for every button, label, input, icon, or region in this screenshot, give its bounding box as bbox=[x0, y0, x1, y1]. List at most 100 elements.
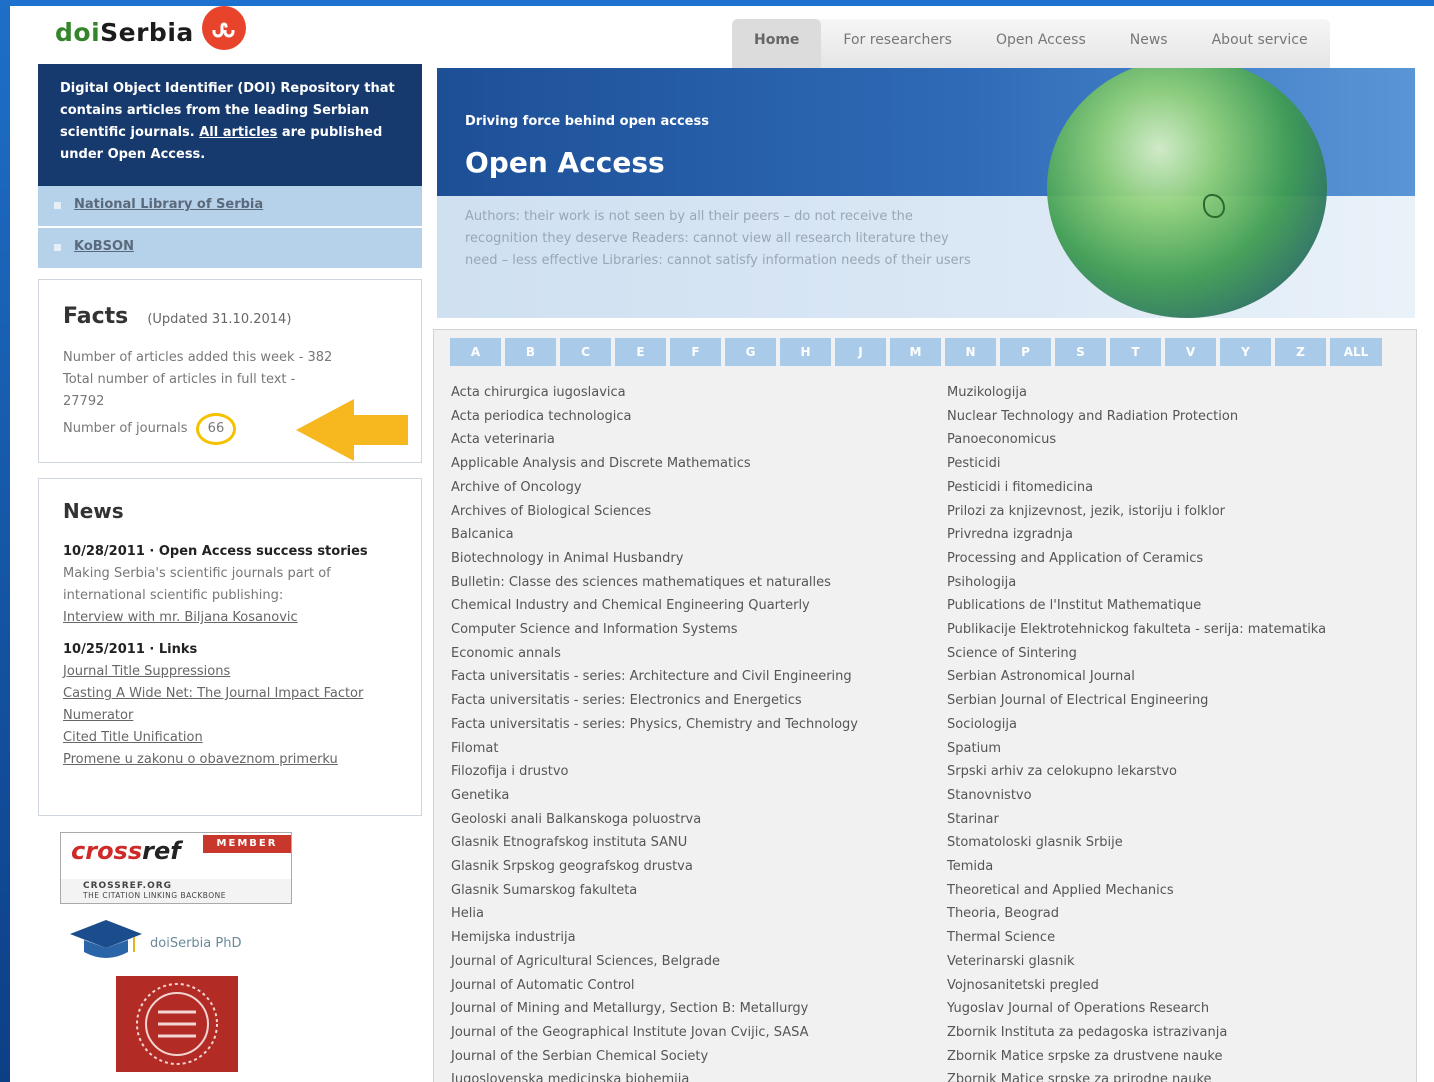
journal-link[interactable]: Hemijska industrija bbox=[451, 926, 858, 950]
letter-filter-all[interactable]: ALL bbox=[1330, 338, 1382, 366]
journal-link[interactable]: Jugoslovenska medicinska biohemija bbox=[451, 1068, 858, 1082]
journal-link[interactable]: Chemical Industry and Chemical Engineeri… bbox=[451, 594, 858, 618]
journal-link[interactable]: Theoria, Beograd bbox=[947, 902, 1326, 926]
all-articles-link[interactable]: All articles bbox=[199, 125, 277, 140]
journal-link[interactable]: Publications de l'Institut Mathematique bbox=[947, 594, 1326, 618]
news-link-title-unification[interactable]: Cited Title Unification bbox=[63, 727, 397, 749]
journal-link[interactable]: Vojnosanitetski pregled bbox=[947, 974, 1326, 998]
journal-link[interactable]: Archive of Oncology bbox=[451, 476, 858, 500]
letter-filter-b[interactable]: B bbox=[505, 338, 556, 366]
journal-link[interactable]: Journal of the Serbian Chemical Society bbox=[451, 1045, 858, 1069]
journal-link[interactable]: Glasnik Sumarskog fakulteta bbox=[451, 879, 858, 903]
news-link-promene[interactable]: Promene u zakonu o obaveznom primerku bbox=[63, 749, 397, 771]
nav-news[interactable]: News bbox=[1108, 19, 1190, 74]
letter-filter-f[interactable]: F bbox=[670, 338, 721, 366]
journal-link[interactable]: Zbornik Instituta za pedagoska istraziva… bbox=[947, 1021, 1326, 1045]
journal-link[interactable]: Facta universitatis - series: Electronic… bbox=[451, 689, 858, 713]
journal-link[interactable]: Glasnik Etnografskog instituta SANU bbox=[451, 831, 858, 855]
journal-link[interactable]: Journal of Mining and Metallurgy, Sectio… bbox=[451, 997, 858, 1021]
journal-link[interactable]: Prilozi za knjizevnost, jezik, istoriju … bbox=[947, 500, 1326, 524]
journal-link[interactable]: Applicable Analysis and Discrete Mathema… bbox=[451, 452, 858, 476]
journal-link[interactable]: Publikacije Elektrotehnickog fakulteta -… bbox=[947, 618, 1326, 642]
letter-filter-h[interactable]: H bbox=[780, 338, 831, 366]
journal-link[interactable]: Helia bbox=[451, 902, 858, 926]
journal-link[interactable]: Zbornik Matice srpske za drustvene nauke bbox=[947, 1045, 1326, 1069]
journal-link[interactable]: Bulletin: Classe des sciences mathematiq… bbox=[451, 571, 858, 595]
letter-filter-g[interactable]: G bbox=[725, 338, 776, 366]
journal-link[interactable]: Temida bbox=[947, 855, 1326, 879]
facts-title: Facts bbox=[63, 304, 129, 329]
journal-link[interactable]: Serbian Journal of Electrical Engineerin… bbox=[947, 689, 1326, 713]
journals-panel: A B C E F G H J M N P S T V Y Z ALL Acta chirurgica iugo… bbox=[433, 329, 1417, 1082]
journal-link[interactable]: Genetika bbox=[451, 784, 858, 808]
nav-about-service[interactable]: About service bbox=[1190, 19, 1330, 74]
journal-link[interactable]: Psihologija bbox=[947, 571, 1326, 595]
journal-link[interactable]: Archives of Biological Sciences bbox=[451, 500, 858, 524]
news-link-impact-factor[interactable]: Casting A Wide Net: The Journal Impact F… bbox=[63, 683, 397, 727]
letter-filter-n[interactable]: N bbox=[945, 338, 996, 366]
sidebar-link-national-library[interactable]: National Library of Serbia bbox=[38, 186, 422, 226]
journal-link[interactable]: Zbornik Matice srpske za prirodne nauke bbox=[947, 1068, 1326, 1082]
journal-link[interactable]: Spatium bbox=[947, 737, 1326, 761]
graduation-cap-icon[interactable] bbox=[68, 918, 144, 962]
journal-link[interactable]: Srpski arhiv za celokupno lekarstvo bbox=[947, 760, 1326, 784]
journal-link[interactable]: Journal of Automatic Control bbox=[451, 974, 858, 998]
journal-link[interactable]: Acta periodica technologica bbox=[451, 405, 858, 429]
nav-for-researchers[interactable]: For researchers bbox=[821, 19, 974, 74]
letter-filter-j[interactable]: J bbox=[835, 338, 886, 366]
letter-filter-y[interactable]: Y bbox=[1220, 338, 1271, 366]
letter-filter-p[interactable]: P bbox=[1000, 338, 1051, 366]
journal-link[interactable]: Stomatoloski glasnik Srbije bbox=[947, 831, 1326, 855]
letter-filter-v[interactable]: V bbox=[1165, 338, 1216, 366]
national-library-seal-logo[interactable] bbox=[116, 976, 238, 1072]
journal-link[interactable]: Serbian Astronomical Journal bbox=[947, 665, 1326, 689]
stumbleupon-icon[interactable] bbox=[202, 6, 246, 50]
journal-link[interactable]: Geoloski anali Balkanskoga poluostrva bbox=[451, 808, 858, 832]
phd-link[interactable]: doiSerbia PhD bbox=[150, 936, 241, 951]
journal-link[interactable]: Muzikologija bbox=[947, 381, 1326, 405]
journal-link[interactable]: Nuclear Technology and Radiation Protect… bbox=[947, 405, 1326, 429]
journal-link[interactable]: Privredna izgradnja bbox=[947, 523, 1326, 547]
journal-link[interactable]: Journal of Agricultural Sciences, Belgra… bbox=[451, 950, 858, 974]
journal-link[interactable]: Balcanica bbox=[451, 523, 858, 547]
journal-link[interactable]: Glasnik Srpskog geografskog drustva bbox=[451, 855, 858, 879]
site-logo[interactable]: doiSerbia bbox=[55, 18, 194, 47]
journal-link[interactable]: Yugoslav Journal of Operations Research bbox=[947, 997, 1326, 1021]
news-link-interview[interactable]: Interview with mr. Biljana Kosanovic bbox=[63, 607, 397, 629]
letter-filter-t[interactable]: T bbox=[1110, 338, 1161, 366]
letter-filter-e[interactable]: E bbox=[615, 338, 666, 366]
banner-text: Authors: their work is not seen by all t… bbox=[465, 209, 971, 268]
journal-link[interactable]: Stanovnistvo bbox=[947, 784, 1326, 808]
journal-link[interactable]: Journal of the Geographical Institute Jo… bbox=[451, 1021, 858, 1045]
journal-link[interactable]: Veterinarski glasnik bbox=[947, 950, 1326, 974]
nav-open-access[interactable]: Open Access bbox=[974, 19, 1108, 74]
nav-home[interactable]: Home bbox=[732, 19, 822, 74]
sidebar-link-kobson[interactable]: KoBSON bbox=[38, 228, 422, 268]
letter-filter-c[interactable]: C bbox=[560, 338, 611, 366]
journal-link[interactable]: Biotechnology in Animal Husbandry bbox=[451, 547, 858, 571]
journal-link[interactable]: Starinar bbox=[947, 808, 1326, 832]
journal-link[interactable]: Pesticidi i fitomedicina bbox=[947, 476, 1326, 500]
journal-link[interactable]: Filomat bbox=[451, 737, 858, 761]
letter-filter-s[interactable]: S bbox=[1055, 338, 1106, 366]
letter-filter-m[interactable]: M bbox=[890, 338, 941, 366]
news-link-suppressions[interactable]: Journal Title Suppressions bbox=[63, 661, 397, 683]
journal-link[interactable]: Facta universitatis - series: Physics, C… bbox=[451, 713, 858, 737]
journal-link[interactable]: Sociologija bbox=[947, 713, 1326, 737]
crossref-member-badge[interactable]: crossref MEMBER CROSSREF.ORG THE CITATIO… bbox=[60, 832, 292, 904]
journal-link[interactable]: Thermal Science bbox=[947, 926, 1326, 950]
journal-link[interactable]: Pesticidi bbox=[947, 452, 1326, 476]
journal-link[interactable]: Processing and Application of Ceramics bbox=[947, 547, 1326, 571]
journal-link[interactable]: Science of Sintering bbox=[947, 642, 1326, 666]
letter-filter-a[interactable]: A bbox=[450, 338, 501, 366]
journal-link[interactable]: Acta chirurgica iugoslavica bbox=[451, 381, 858, 405]
journal-link[interactable]: Computer Science and Information Systems bbox=[451, 618, 858, 642]
letter-filter-z[interactable]: Z bbox=[1275, 338, 1326, 366]
journal-link[interactable]: Filozofija i drustvo bbox=[451, 760, 858, 784]
journal-link[interactable]: Panoeconomicus bbox=[947, 428, 1326, 452]
intro-panel: Digital Object Identifier (DOI) Reposito… bbox=[38, 64, 422, 186]
journal-link[interactable]: Theoretical and Applied Mechanics bbox=[947, 879, 1326, 903]
journal-link[interactable]: Acta veterinaria bbox=[451, 428, 858, 452]
journal-link[interactable]: Facta universitatis - series: Architectu… bbox=[451, 665, 858, 689]
journal-link[interactable]: Economic annals bbox=[451, 642, 858, 666]
